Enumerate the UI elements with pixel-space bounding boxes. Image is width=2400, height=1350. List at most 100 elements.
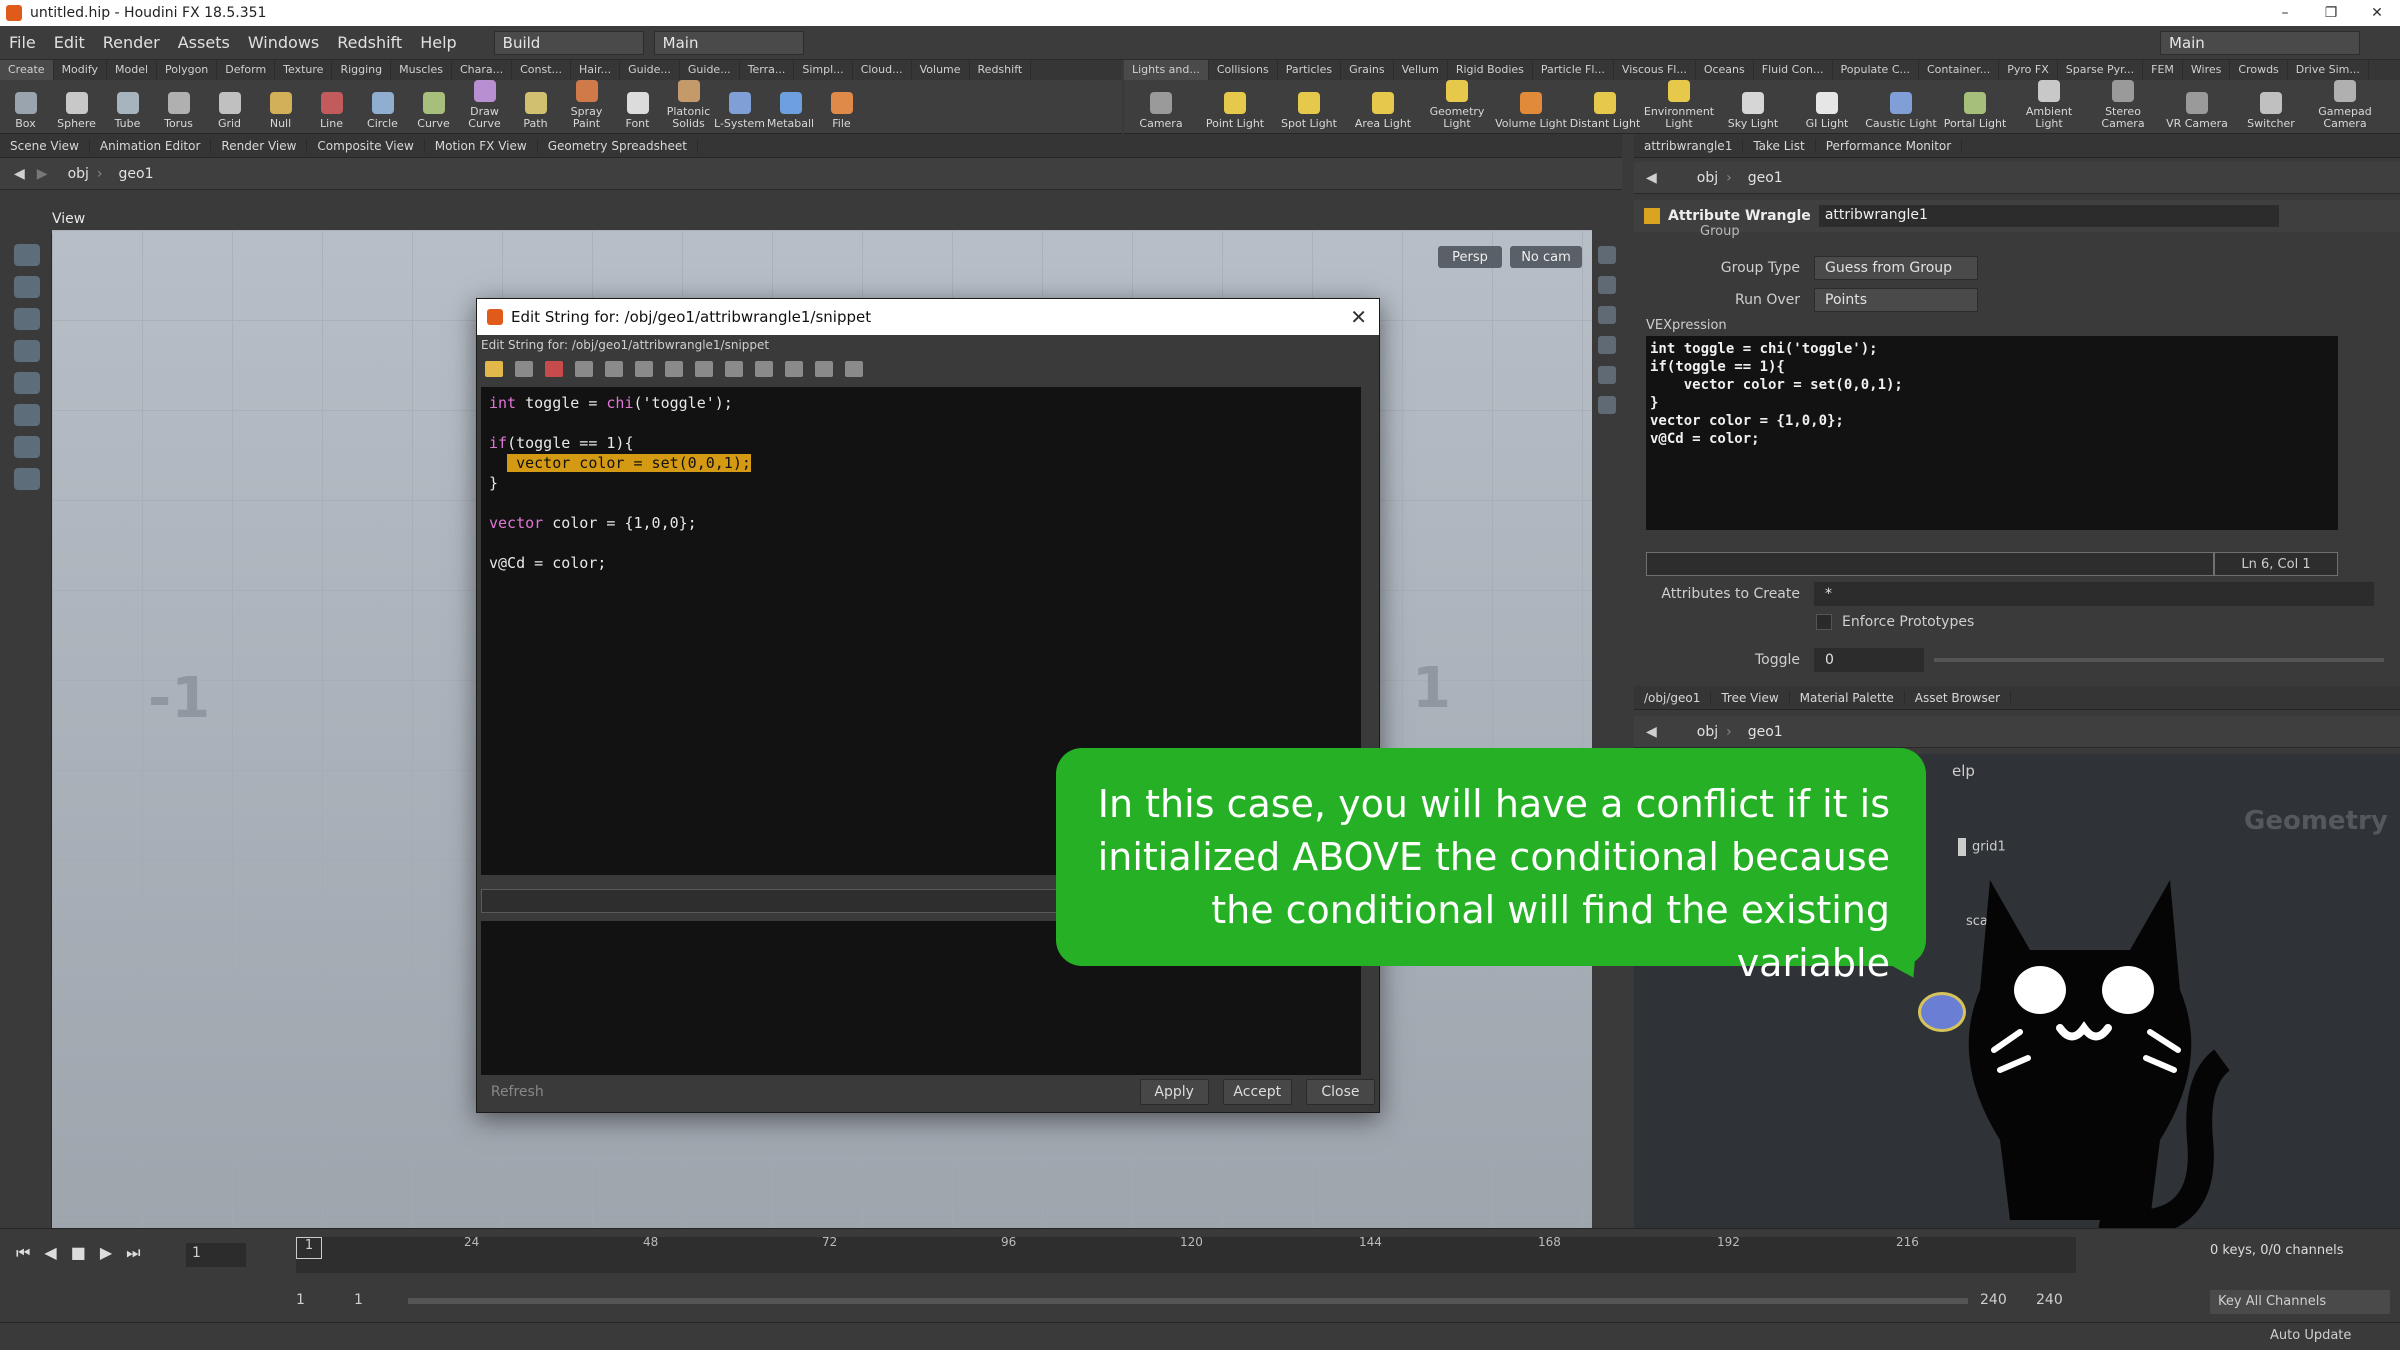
shelf-tool-switcher[interactable]: Switcher — [2234, 92, 2308, 130]
menu-file[interactable]: File — [0, 33, 45, 52]
magnet-tool-icon[interactable] — [14, 468, 40, 490]
shelf-tab[interactable]: Rigging — [332, 60, 392, 80]
vex-search-field[interactable] — [1646, 552, 2214, 576]
accept-button[interactable]: Accept — [1222, 1079, 1292, 1105]
context-select[interactable]: Main — [653, 30, 804, 55]
shelf-tab[interactable]: Particles — [1278, 60, 1342, 80]
shelf-tool-platonic-solids[interactable]: Platonic Solids — [663, 80, 714, 130]
shelf-tool-ambient-light[interactable]: Ambient Light — [2012, 80, 2086, 130]
replace-icon[interactable] — [665, 361, 683, 377]
shelf-tool-line[interactable]: Line — [306, 92, 357, 130]
outdent-icon[interactable] — [725, 361, 743, 377]
range-start[interactable]: 1 — [296, 1292, 305, 1308]
shelf-tool-caustic-light[interactable]: Caustic Light — [1864, 92, 1938, 130]
shelf-tool-area-light[interactable]: Area Light — [1346, 92, 1420, 130]
snap-icon[interactable] — [1598, 396, 1616, 414]
rotate-tool-icon[interactable] — [14, 308, 40, 330]
shelf-tab[interactable]: Viscous Fl... — [1614, 60, 1696, 80]
shelf-tab[interactable]: Model — [107, 60, 158, 80]
path-obj[interactable]: obj — [1697, 724, 1718, 740]
handle-tool-icon[interactable] — [14, 372, 40, 394]
shelf-tool-stereo-camera[interactable]: Stereo Camera — [2086, 80, 2160, 130]
shelf-tab[interactable]: Oceans — [1696, 60, 1754, 80]
shelf-tool-curve[interactable]: Curve — [408, 92, 459, 130]
shelf-tool-box[interactable]: Box — [0, 92, 51, 130]
shelf-tab[interactable]: Muscles — [391, 60, 452, 80]
uncomment-icon[interactable] — [785, 361, 803, 377]
shelf-tab[interactable]: Redshift — [970, 60, 1032, 80]
left-pane-tab[interactable]: Motion FX View — [425, 138, 538, 153]
toggle-slider[interactable] — [1934, 658, 2384, 662]
shelf-tool-vr-camera[interactable]: VR Camera — [2160, 92, 2234, 130]
shelf-tool-environment-light[interactable]: Environment Light — [1642, 80, 1716, 130]
shelf-tab[interactable]: Crowds — [2230, 60, 2288, 80]
path-obj[interactable]: obj — [68, 166, 89, 182]
scale-tool-icon[interactable] — [14, 340, 40, 362]
apply-button[interactable]: Apply — [1139, 1079, 1209, 1105]
range-start-2[interactable]: 1 — [354, 1292, 363, 1308]
shelf-tab[interactable]: Pyro FX — [1999, 60, 2058, 80]
jump-end-icon[interactable]: ⏭ — [126, 1243, 140, 1263]
shelf-tab[interactable]: Drive Sim... — [2288, 60, 2369, 80]
shelf-tab[interactable]: Create — [0, 60, 54, 80]
shelf-tab[interactable]: Modify — [54, 60, 108, 80]
select-tool-icon[interactable] — [14, 244, 40, 266]
shelf-tab[interactable]: Guide... — [620, 60, 680, 80]
shelf-tool-sky-light[interactable]: Sky Light — [1716, 92, 1790, 130]
right-top-tab[interactable]: attribwrangle1 — [1634, 138, 1744, 153]
shelf-tab[interactable]: Fluid Con... — [1754, 60, 1833, 80]
shelf-tool-torus[interactable]: Torus — [153, 92, 204, 130]
shelf-tool-geometry-light[interactable]: Geometry Light — [1420, 80, 1494, 130]
group-type-select[interactable]: Guess from Group — [1814, 256, 1978, 280]
shelf-tool-null[interactable]: Null — [255, 92, 306, 130]
shelf-tab[interactable]: Terra... — [740, 60, 795, 80]
expression-icon[interactable] — [815, 361, 833, 377]
path-obj[interactable]: obj — [1697, 170, 1718, 186]
refresh-button[interactable]: Refresh — [481, 1079, 554, 1105]
forward-arrow-icon[interactable]: ▶ — [37, 166, 48, 182]
right-bottom-tab[interactable]: /obj/geo1 — [1634, 690, 1712, 705]
edit-icon[interactable] — [845, 361, 863, 377]
lock-icon[interactable] — [1598, 276, 1616, 294]
left-pane-tab[interactable]: Geometry Spreadsheet — [538, 138, 698, 153]
shelf-tab[interactable]: FEM — [2143, 60, 2183, 80]
timeline-current-marker[interactable]: 1 — [296, 1237, 322, 1259]
light-icon[interactable] — [1598, 336, 1616, 354]
left-pane-tab[interactable]: Scene View — [0, 138, 90, 153]
step-back-icon[interactable]: ◀ — [44, 1243, 56, 1263]
maximize-button[interactable]: ❐ — [2308, 0, 2354, 26]
shelf-tab[interactable]: Particle Fl... — [1533, 60, 1614, 80]
stop-icon[interactable]: ■ — [71, 1243, 86, 1263]
auto-update-select[interactable]: Auto Update — [2270, 1328, 2351, 1343]
shelf-tab[interactable]: Collisions — [1209, 60, 1278, 80]
shelf-tab[interactable]: Vellum — [1394, 60, 1448, 80]
menu-redshift[interactable]: Redshift — [328, 33, 411, 52]
pose-tool-icon[interactable] — [14, 404, 40, 426]
close-button[interactable]: Close — [1305, 1079, 1375, 1105]
shelf-tool-gamepad-camera[interactable]: Gamepad Camera — [2308, 80, 2382, 130]
undo-icon[interactable] — [485, 361, 503, 377]
menu-help[interactable]: Help — [411, 33, 465, 52]
shelf-tool-grid[interactable]: Grid — [204, 92, 255, 130]
menu-edit[interactable]: Edit — [45, 33, 94, 52]
shelf-tab[interactable]: Volume — [912, 60, 970, 80]
shelf-tool-l-system[interactable]: L-System — [714, 92, 765, 130]
shelf-tool-circle[interactable]: Circle — [357, 92, 408, 130]
right-desktop-select[interactable]: Main — [2160, 30, 2360, 55]
right-bottom-tab[interactable]: Tree View — [1711, 690, 1790, 705]
find-icon[interactable] — [635, 361, 653, 377]
shelf-tool-font[interactable]: Font — [612, 92, 663, 130]
ghost-icon[interactable] — [1598, 366, 1616, 384]
persp-menu[interactable]: Persp — [1438, 246, 1502, 268]
shelf-tool-camera[interactable]: Camera — [1124, 92, 1198, 130]
shelf-tool-tube[interactable]: Tube — [102, 92, 153, 130]
shelf-tool-sphere[interactable]: Sphere — [51, 92, 102, 130]
back-arrow-icon[interactable]: ◀ — [1646, 170, 1657, 186]
node-name-field[interactable]: attribwrangle1 — [1818, 205, 2279, 227]
shelf-tab[interactable]: Grains — [1341, 60, 1394, 80]
shelf-tool-spray-paint[interactable]: Spray Paint — [561, 80, 612, 130]
camera-menu[interactable]: No cam — [1510, 246, 1582, 268]
indent-icon[interactable] — [695, 361, 713, 377]
right-top-tab[interactable]: Take List — [1743, 138, 1816, 153]
left-pane-tab[interactable]: Animation Editor — [90, 138, 212, 153]
